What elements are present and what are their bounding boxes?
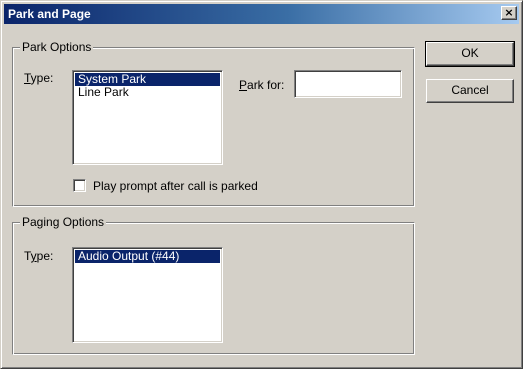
cancel-button[interactable]: Cancel [426,79,514,103]
park-options-legend: Park Options [20,40,94,54]
park-for-label: Park for: [239,78,285,92]
park-type-item-line-park[interactable]: Line Park [75,86,220,99]
park-for-input[interactable] [294,70,402,98]
park-type-listbox[interactable]: System Park Line Park [72,70,223,165]
paging-type-item-audio-output[interactable]: Audio Output (#44) [75,250,220,263]
close-icon: × [504,6,514,19]
park-options-group: Park Options Type: System Park Line Park… [12,40,415,207]
park-type-label: Type: [24,71,54,85]
paging-options-legend: Paging Options [20,215,107,229]
close-button[interactable]: × [501,6,517,20]
ok-button[interactable]: OK [425,41,515,67]
play-prompt-label: Play prompt after call is parked [93,179,258,193]
window-title: Park and Page [8,7,91,21]
play-prompt-checkbox[interactable] [73,179,86,192]
paging-type-label: Type: [24,249,54,263]
title-bar: Park and Page × [4,4,519,24]
park-and-page-dialog: Park and Page × Park Options Type: Syste… [0,0,523,369]
paging-options-group: Paging Options Type: Audio Output (#44) [12,215,415,355]
paging-type-listbox[interactable]: Audio Output (#44) [72,247,223,343]
